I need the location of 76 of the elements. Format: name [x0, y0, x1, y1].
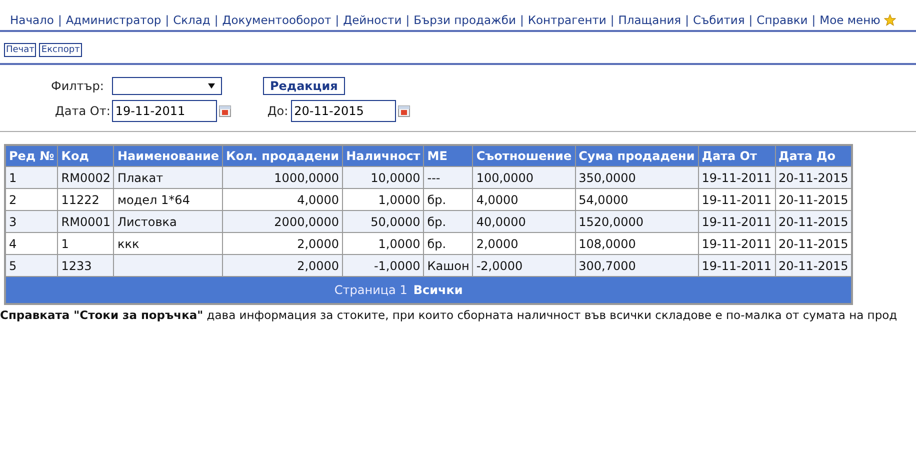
column-header[interactable]: Код	[58, 145, 114, 166]
column-header[interactable]: Наименование	[114, 145, 223, 166]
table-cell: RM0001	[58, 210, 114, 232]
menu-separator: |	[165, 13, 170, 27]
export-button[interactable]: Експорт	[39, 43, 82, 57]
table-cell: 300,7000	[575, 254, 698, 276]
report-description: Справката "Стоки за поръчка" дава информация за стоките, при които сборната наличност във всички складове е по-малка от сумата на прод	[0, 308, 898, 322]
table-cell: Плакат	[114, 166, 223, 188]
column-header[interactable]: Ред №	[5, 145, 58, 166]
menu-link[interactable]: Контрагенти	[528, 13, 606, 27]
table-cell: 1	[5, 166, 58, 188]
table-cell: 50,0000	[342, 210, 424, 232]
table-cell: Листовка	[114, 210, 223, 232]
table-cell: 1000,0000	[222, 166, 343, 188]
menu-link[interactable]: Бързи продажби	[414, 13, 516, 27]
table-cell: бр.	[424, 210, 473, 232]
table-cell: -1,0000	[342, 254, 424, 276]
menu-separator: |	[812, 13, 816, 27]
print-button[interactable]: Печат	[4, 43, 36, 57]
filter-label: Филтър:	[51, 78, 104, 92]
menu-separator: |	[610, 13, 614, 27]
column-header[interactable]: МЕ	[424, 145, 473, 166]
table-cell: 19-11-2011	[698, 166, 775, 188]
column-header[interactable]: Сума продадени	[575, 145, 698, 166]
calendar-icon[interactable]	[398, 104, 410, 116]
table-cell: 3	[5, 210, 58, 232]
table-cell: 1520,0000	[575, 210, 698, 232]
table-cell: ---	[424, 166, 473, 188]
date-from-field[interactable]: 19-11-2011	[112, 100, 218, 122]
calendar-icon[interactable]	[219, 104, 232, 116]
menu-separator: |	[214, 13, 218, 27]
page-indicator: Страница 1	[334, 283, 408, 297]
menu-separator: |	[58, 13, 62, 27]
menu-separator: |	[406, 13, 410, 27]
table-cell: 350,0000	[575, 166, 698, 188]
table-cell: Кашон	[424, 254, 473, 276]
date-to-field[interactable]: 20-11-2015	[291, 100, 396, 122]
table-cell: 20-11-2015	[775, 210, 852, 232]
edit-button[interactable]: Редакция	[262, 76, 345, 94]
table-cell: RM0002	[58, 166, 114, 188]
table-cell: 5	[5, 254, 58, 276]
filter-dropdown[interactable]	[112, 76, 222, 94]
column-header[interactable]: Кол. продадени	[222, 145, 343, 166]
table-cell: 2,0000	[222, 254, 343, 276]
menu-link[interactable]: Мое меню	[820, 13, 880, 27]
column-header[interactable]: Дата От	[698, 145, 775, 166]
menu-separator: |	[335, 13, 340, 27]
menu-link[interactable]: Събития	[692, 13, 745, 27]
table-cell: 20-11-2015	[775, 254, 852, 276]
menu-link[interactable]: Администратор	[66, 13, 162, 27]
menu-separator: |	[748, 13, 753, 27]
menu-separator: |	[520, 13, 524, 27]
date-to-label: До:	[267, 104, 288, 118]
menu-link[interactable]: Начало	[10, 13, 54, 27]
menu-link[interactable]: Дейности	[343, 13, 402, 27]
table-cell: 19-11-2011	[698, 210, 775, 232]
menu-link[interactable]: Склад	[173, 13, 210, 27]
table-cell: 10,0000	[342, 166, 424, 188]
table-cell: 1233	[58, 254, 114, 276]
menu-link[interactable]: Документооборот	[222, 13, 332, 27]
caret-icon	[208, 82, 215, 88]
table-cell: 40,0000	[472, 210, 576, 232]
date-from-label: Дата От:	[55, 104, 110, 118]
show-all-link[interactable]: Всички	[413, 283, 463, 297]
table-cell: -2,0000	[472, 254, 576, 276]
table-cell: 19-11-2011	[698, 254, 775, 276]
table-cell: 20-11-2015	[775, 166, 852, 188]
table-cell: 2000,0000	[222, 210, 343, 232]
column-header[interactable]: Наличност	[342, 145, 424, 166]
table-cell: 100,0000	[472, 166, 576, 188]
column-header[interactable]: Дата До	[775, 145, 852, 166]
star-icon[interactable]	[884, 14, 896, 26]
menu-link[interactable]: Справки	[756, 13, 808, 27]
menu-separator: |	[685, 13, 689, 27]
column-header[interactable]: Съотношение	[472, 145, 576, 166]
menu-link[interactable]: Плащания	[618, 13, 682, 27]
